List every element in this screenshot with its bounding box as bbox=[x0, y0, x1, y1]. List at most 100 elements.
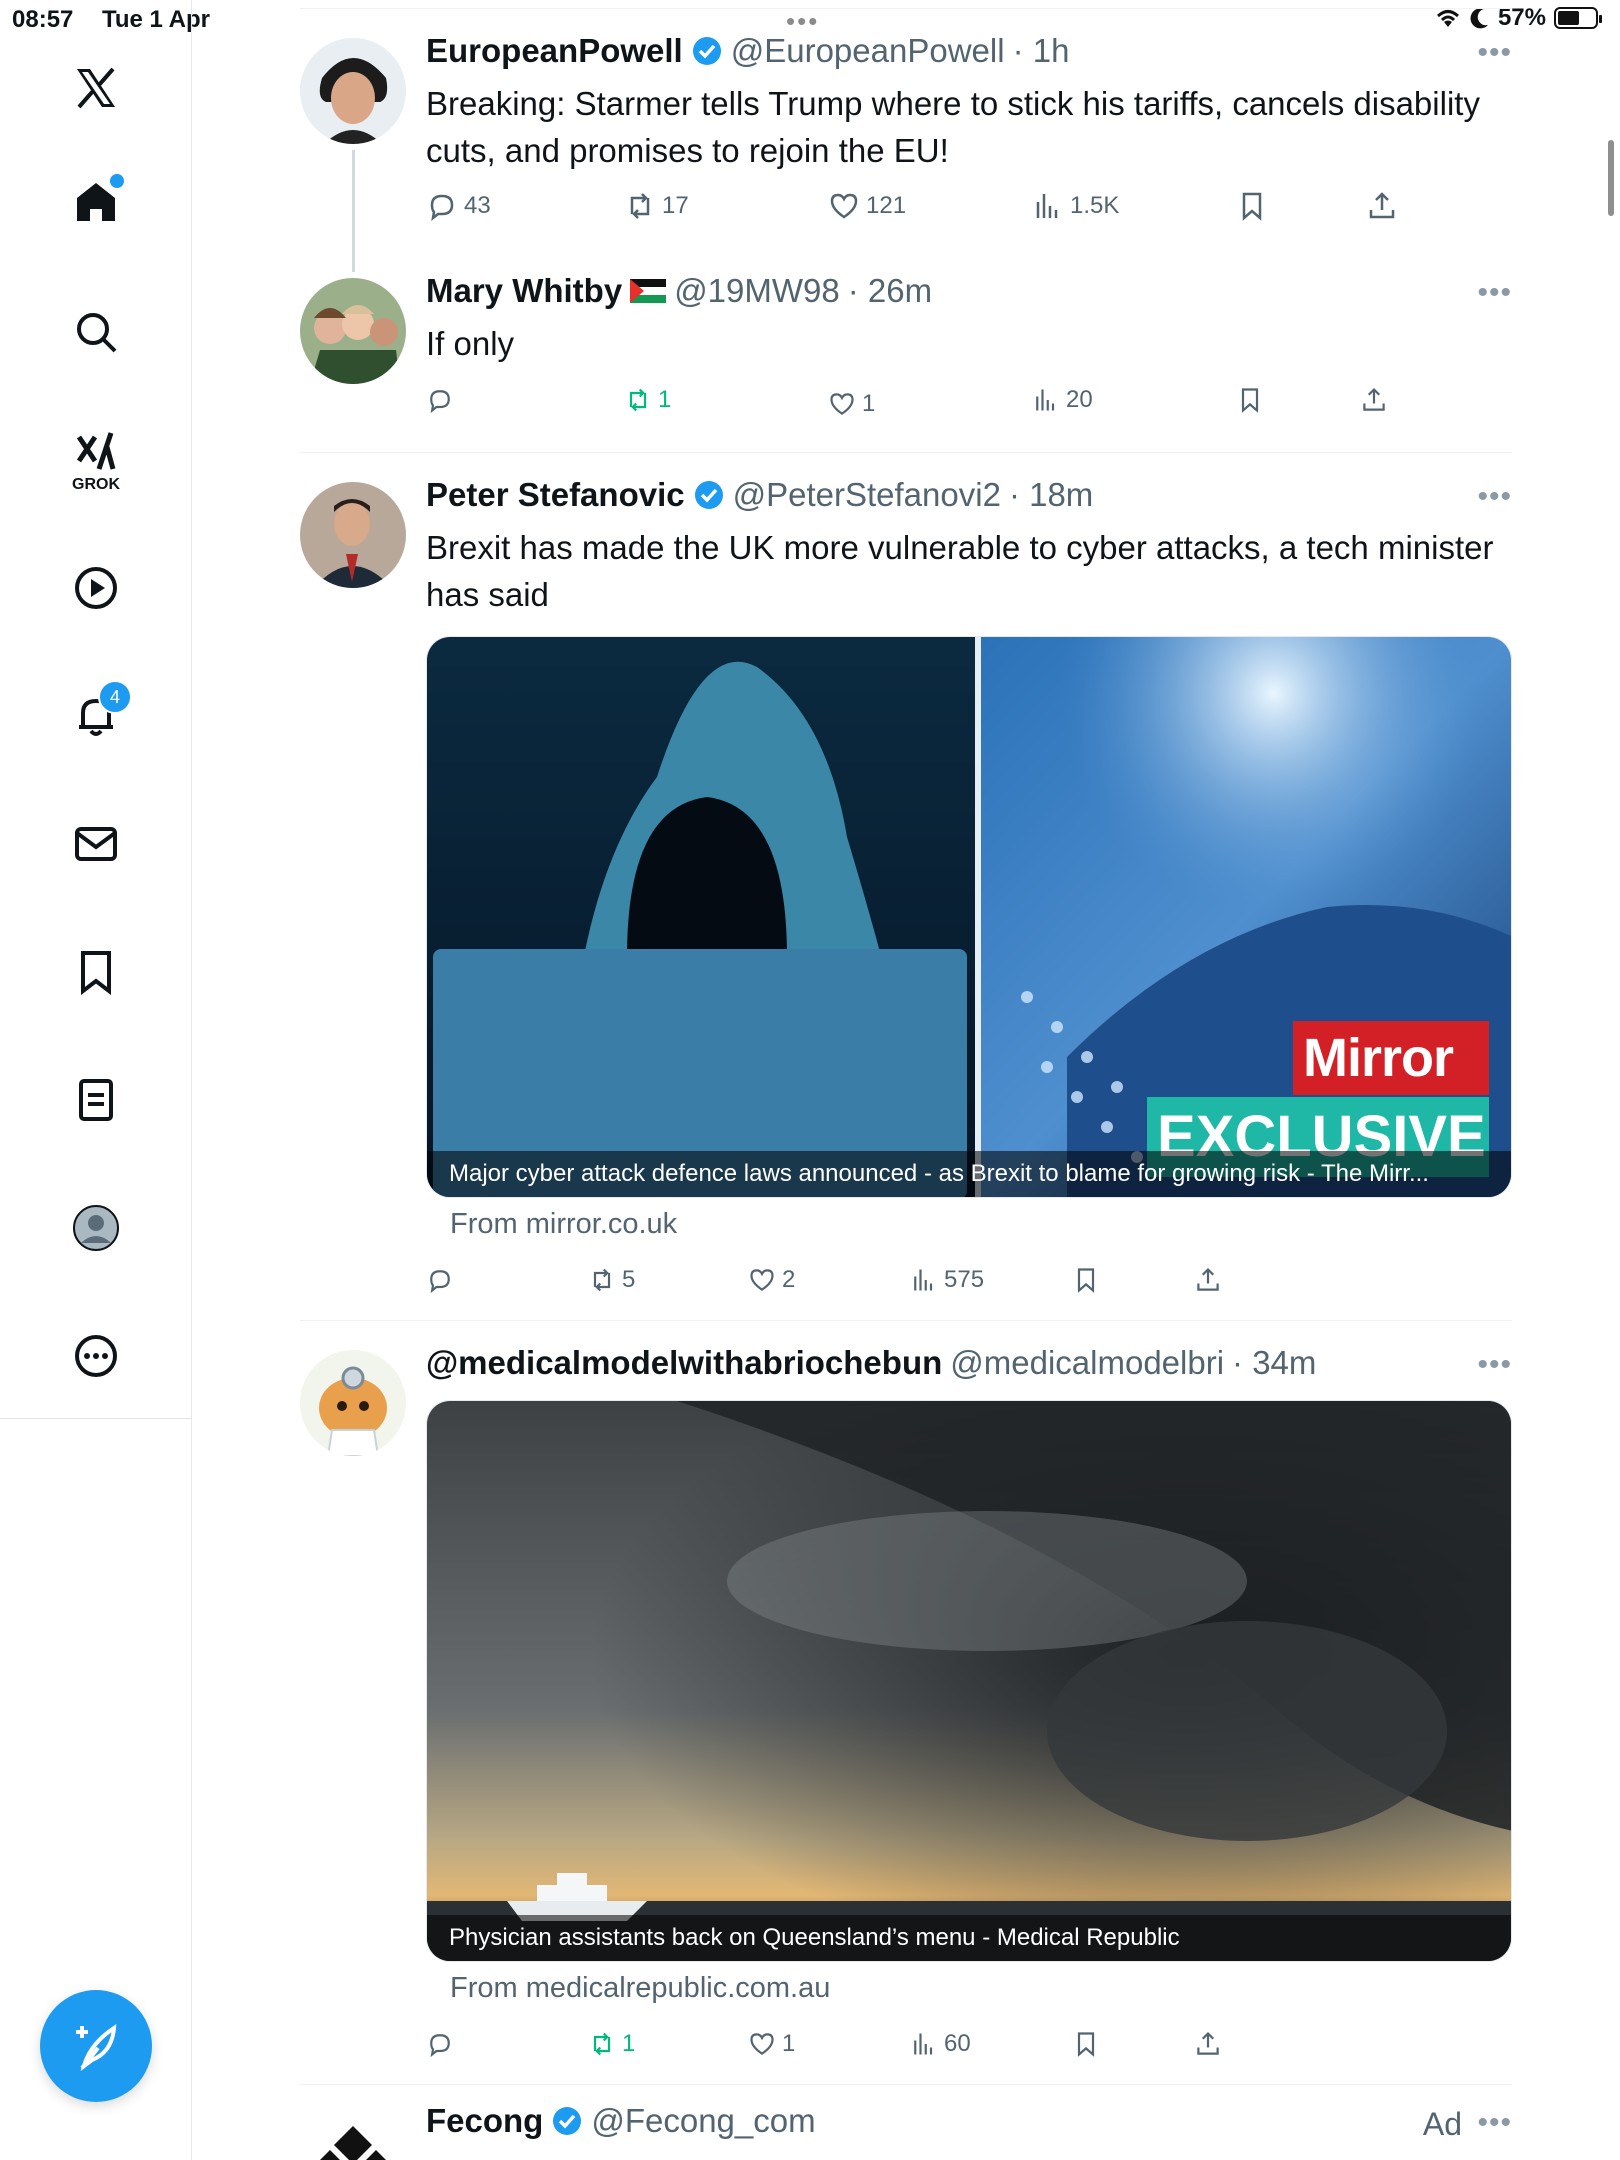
tweet-divider bbox=[300, 2084, 1512, 2085]
grok-icon[interactable] bbox=[66, 422, 126, 482]
author-handle[interactable]: @medicalmodelbri bbox=[950, 1344, 1224, 1382]
home-icon[interactable] bbox=[66, 172, 126, 232]
author-handle[interactable]: @Fecong_com bbox=[591, 2102, 815, 2140]
author-name[interactable]: Mary Whitby bbox=[426, 272, 622, 310]
thread-line bbox=[352, 150, 355, 272]
tweet-text: Brexit has made the UK more vulnerable t… bbox=[426, 529, 1494, 613]
like-count: 1 bbox=[782, 2030, 796, 2057]
notifications-badge: 4 bbox=[98, 680, 132, 714]
tweet-header: Mary Whitby @19MW98 · 26m bbox=[426, 272, 932, 310]
like-button[interactable]: 121 bbox=[828, 190, 906, 222]
author-handle[interactable]: @EuropeanPowell bbox=[731, 32, 1005, 70]
reply-button[interactable] bbox=[426, 386, 460, 414]
tweet-time[interactable]: · 26m bbox=[848, 272, 932, 310]
like-button[interactable]: 1 bbox=[748, 2030, 795, 2058]
tweet-time[interactable]: · 18m bbox=[1009, 476, 1093, 514]
views-button[interactable]: 60 bbox=[910, 2030, 971, 2058]
video-icon[interactable] bbox=[66, 558, 126, 618]
share-button[interactable] bbox=[1360, 386, 1388, 414]
repost-button[interactable]: 1 bbox=[588, 2030, 635, 2058]
views-button[interactable]: 20 bbox=[1032, 386, 1093, 414]
like-button[interactable]: 2 bbox=[748, 1266, 795, 1294]
like-button[interactable]: 1 bbox=[828, 390, 875, 418]
avatar[interactable] bbox=[300, 278, 406, 384]
notifications-icon[interactable]: 4 bbox=[66, 680, 132, 746]
messages-icon[interactable] bbox=[66, 814, 126, 874]
battery-icon bbox=[1554, 7, 1602, 29]
reply-icon bbox=[430, 390, 450, 414]
compose-button[interactable] bbox=[40, 1990, 152, 2102]
tweet-header: EuropeanPowell @EuropeanPowell · 1h bbox=[426, 32, 1069, 70]
tweet-more-button[interactable]: ••• bbox=[1477, 1348, 1512, 1382]
repost-icon bbox=[629, 388, 647, 412]
bookmark-button[interactable] bbox=[1072, 2030, 1100, 2058]
share-button[interactable] bbox=[1194, 2030, 1222, 2058]
scrollbar-thumb[interactable] bbox=[1608, 140, 1614, 216]
repost-button[interactable]: 5 bbox=[588, 1266, 635, 1294]
link-card-image[interactable]: Mirror EXCLUSIVE Major cyber attack defe… bbox=[426, 636, 1512, 1198]
views-count: 60 bbox=[944, 2030, 971, 2057]
views-icon bbox=[914, 1269, 933, 1291]
author-name[interactable]: EuropeanPowell bbox=[426, 32, 683, 70]
x-logo-icon[interactable] bbox=[66, 58, 126, 118]
profile-avatar[interactable] bbox=[66, 1198, 126, 1258]
tweet-more-button[interactable]: ••• bbox=[1477, 2106, 1512, 2140]
repost-button[interactable]: 17 bbox=[624, 190, 689, 222]
link-source[interactable]: From medicalrepublic.com.au bbox=[450, 1972, 830, 2005]
battery-fill bbox=[1558, 11, 1579, 25]
reply-button[interactable]: 43 bbox=[426, 190, 491, 222]
author-name[interactable]: Fecong bbox=[426, 2102, 543, 2140]
link-source[interactable]: From mirror.co.uk bbox=[450, 1208, 677, 1241]
link-card-caption: Major cyber attack defence laws announce… bbox=[427, 1151, 1511, 1197]
reply-button[interactable] bbox=[426, 1266, 460, 1294]
repost-count: 17 bbox=[662, 192, 689, 219]
author-name[interactable]: @medicalmodelwithabriochebun bbox=[426, 1344, 942, 1382]
tweet-header: Peter Stefanovic @PeterStefanovi2 · 18m bbox=[426, 476, 1093, 514]
home-new-dot bbox=[110, 174, 124, 188]
repost-count: 5 bbox=[622, 1266, 636, 1293]
tweet-more-button[interactable]: ••• bbox=[1477, 276, 1512, 310]
storm-cloud-image bbox=[427, 1401, 1511, 1961]
share-button[interactable] bbox=[1366, 190, 1398, 222]
lists-icon[interactable] bbox=[66, 1070, 126, 1130]
author-handle[interactable]: @19MW98 bbox=[674, 272, 840, 310]
author-handle[interactable]: @PeterStefanovi2 bbox=[733, 476, 1001, 514]
reply-count: 43 bbox=[464, 192, 491, 219]
views-button[interactable]: 1.5K bbox=[1032, 190, 1119, 222]
tweet-time[interactable]: · 1h bbox=[1013, 32, 1070, 70]
search-icon[interactable] bbox=[66, 302, 126, 362]
reply-icon bbox=[430, 2034, 450, 2058]
bookmark-button[interactable] bbox=[1072, 1266, 1100, 1294]
avatar[interactable] bbox=[300, 38, 406, 144]
heart-icon bbox=[830, 393, 854, 415]
share-button[interactable] bbox=[1194, 1266, 1222, 1294]
views-count: 1.5K bbox=[1070, 192, 1120, 219]
avatar[interactable] bbox=[300, 1350, 406, 1456]
share-icon bbox=[1363, 387, 1385, 411]
bookmark-button[interactable] bbox=[1236, 386, 1264, 414]
repost-button[interactable]: 1 bbox=[624, 386, 671, 414]
tweet-more-button[interactable]: ••• bbox=[1477, 480, 1512, 514]
author-name[interactable]: Peter Stefanovic bbox=[426, 476, 685, 514]
reply-icon bbox=[430, 194, 454, 222]
tweet-more-button[interactable]: ••• bbox=[1477, 36, 1512, 70]
verified-badge-icon bbox=[694, 481, 723, 509]
share-icon bbox=[1197, 2031, 1219, 2055]
avatar[interactable] bbox=[300, 2112, 406, 2160]
more-options-icon[interactable] bbox=[66, 1326, 126, 1386]
bookmark-button[interactable] bbox=[1236, 190, 1268, 222]
reply-button[interactable] bbox=[426, 2030, 460, 2058]
avatar[interactable] bbox=[300, 482, 406, 588]
reply-icon bbox=[430, 1270, 450, 1294]
views-button[interactable]: 575 bbox=[910, 1266, 984, 1294]
link-card-image[interactable]: Physician assistants back on Queensland’… bbox=[426, 1400, 1512, 1962]
repost-icon bbox=[593, 2032, 611, 2056]
ad-label: Ad bbox=[1422, 2106, 1462, 2142]
link-card-caption: Physician assistants back on Queensland’… bbox=[427, 1915, 1511, 1961]
tweet-time[interactable]: · 34m bbox=[1232, 1344, 1316, 1382]
compose-icon bbox=[76, 2024, 117, 2072]
bookmarks-icon[interactable] bbox=[66, 942, 126, 1002]
repost-icon bbox=[593, 1268, 611, 1292]
bookmark-icon bbox=[1241, 388, 1259, 413]
views-count: 575 bbox=[944, 1266, 985, 1293]
